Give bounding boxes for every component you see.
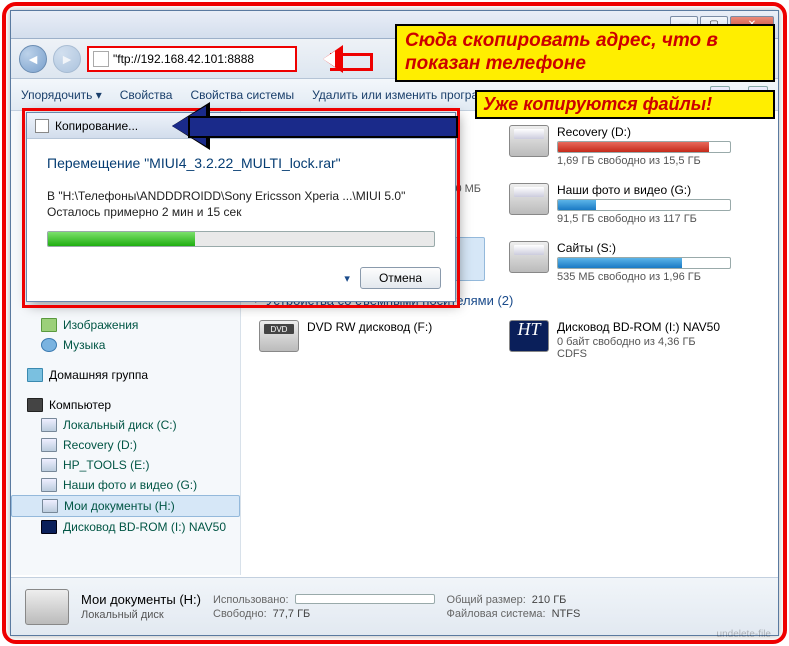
location-icon [93, 51, 109, 67]
sidebar-drive[interactable]: HP_TOOLS (E:) [11, 455, 240, 475]
drive-icon [42, 499, 58, 513]
bd-icon [41, 520, 57, 534]
bd-icon [509, 320, 549, 352]
drive-free: 1,69 ГБ свободно из 15,5 ГБ [557, 155, 731, 167]
drive-name: DVD RW дисковод (F:) [307, 320, 481, 334]
status-used-bar [295, 594, 435, 604]
drive-usage-bar [557, 141, 731, 153]
drive-name: Наши фото и видео (G:) [557, 183, 731, 197]
more-details[interactable]: ▾ [344, 272, 350, 285]
images-icon [41, 318, 57, 332]
forward-button[interactable]: ► [53, 45, 81, 73]
dvd-icon [259, 320, 299, 352]
drive-name: Сайты (S:) [557, 241, 731, 255]
music-icon [41, 338, 57, 352]
copy-path: В "H:\Телефоны\ANDDDROIDD\Sony Ericsson … [47, 189, 435, 203]
organize-menu[interactable]: Упорядочить ▾ [21, 88, 102, 102]
annotation-copying: Уже копируются файлы! [475, 90, 775, 119]
sidebar-drive[interactable]: Recovery (D:) [11, 435, 240, 455]
copy-remaining: Осталось примерно 2 мин и 15 сек [47, 205, 435, 219]
cancel-button[interactable]: Отмена [360, 267, 441, 289]
sidebar-drive[interactable]: Локальный диск (C:) [11, 415, 240, 435]
drive-icon [41, 458, 57, 472]
status-fs-value: NTFS [552, 608, 581, 620]
status-drive-type: Локальный диск [81, 609, 201, 621]
status-drive-name: Мои документы (H:) [81, 592, 201, 607]
properties-button[interactable]: Свойства [120, 88, 173, 102]
sidebar-drive[interactable]: Дисковод BD-ROM (I:) NAV50 [11, 517, 240, 537]
drive-usage-bar [557, 257, 731, 269]
drive-item[interactable]: Recovery (D:) 1,69 ГБ свободно из 15,5 Г… [505, 121, 735, 171]
drive-icon [509, 241, 549, 273]
sidebar-drive[interactable]: Мои документы (H:) [11, 495, 240, 517]
drive-free: 91,5 ГБ свободно из 117 ГБ [557, 213, 731, 225]
drive-icon [41, 418, 57, 432]
drive-icon [41, 438, 57, 452]
copy-heading: Перемещение "MIUI4_3.2.22_MULTI_lock.rar… [47, 155, 435, 171]
system-properties-button[interactable]: Свойства системы [190, 88, 294, 102]
drive-usage-bar [557, 199, 731, 211]
drive-icon [41, 478, 57, 492]
status-free-value: 77,7 ГБ [273, 608, 311, 620]
status-free-label: Свободно: [213, 608, 267, 620]
drive-item[interactable]: Наши фото и видео (G:) 91,5 ГБ свободно … [505, 179, 735, 229]
status-total-label: Общий размер: [447, 594, 526, 606]
drive-free: 535 МБ свободно из 1,96 ГБ [557, 271, 731, 283]
sidebar-item-homegroup[interactable]: Домашняя группа [11, 365, 240, 385]
status-used-label: Использовано: [213, 594, 289, 606]
status-total-value: 210 ГБ [532, 594, 567, 606]
address-field-wrap [87, 46, 297, 72]
uninstall-button[interactable]: Удалить или изменить программу [312, 88, 501, 102]
annotation-arrow-red [313, 47, 373, 71]
drive-item[interactable]: Сайты (S:) 535 МБ свободно из 1,96 ГБ [505, 237, 735, 287]
drive-item[interactable]: Дисковод BD-ROM (I:) NAV50 0 байт свобод… [505, 316, 735, 364]
sidebar-item-images[interactable]: Изображения [11, 315, 240, 335]
computer-icon [27, 398, 43, 412]
sidebar-drive[interactable]: Наши фото и видео (G:) [11, 475, 240, 495]
annotation-address: Сюда скопировать адрес, что в показан те… [395, 24, 775, 82]
homegroup-icon [27, 368, 43, 382]
watermark: undelete-file [717, 629, 771, 640]
address-input[interactable] [113, 52, 291, 66]
drive-name: Дисковод BD-ROM (I:) NAV50 [557, 320, 731, 334]
drive-item[interactable]: DVD RW дисковод (F:) [255, 316, 485, 364]
status-bar: Мои документы (H:) Локальный диск Исполь… [11, 577, 778, 635]
copy-icon [35, 119, 49, 133]
back-button[interactable]: ◄ [19, 45, 47, 73]
drive-fs: CDFS [557, 348, 731, 360]
copy-title-text: Копирование... [55, 119, 138, 133]
status-fs-label: Файловая система: [447, 608, 546, 620]
drive-free: 0 байт свободно из 4,36 ГБ [557, 336, 731, 348]
copy-progress-bar [47, 231, 435, 247]
sidebar-item-music[interactable]: Музыка [11, 335, 240, 355]
sidebar-item-computer[interactable]: Компьютер [11, 395, 240, 415]
drive-icon [509, 183, 549, 215]
drive-icon [509, 125, 549, 157]
removable-grid: DVD RW дисковод (F:) Дисковод BD-ROM (I:… [255, 316, 764, 364]
drive-name: Recovery (D:) [557, 125, 731, 139]
annotation-arrow-blue [158, 112, 458, 142]
status-drive-icon [25, 589, 69, 625]
